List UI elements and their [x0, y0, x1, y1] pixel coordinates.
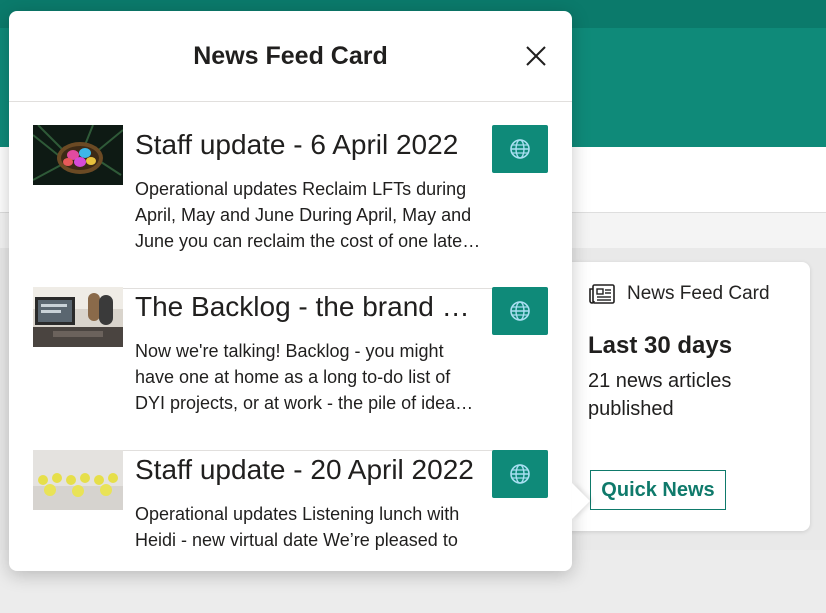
card-header: News Feed Card: [588, 283, 770, 305]
news-feed-popup: News Feed Card Staff update - 6 April 20…: [9, 11, 590, 571]
popup-header: News Feed Card: [9, 11, 572, 102]
news-item-title[interactable]: The Backlog - the brand new podcast: [135, 289, 481, 325]
popup-title: News Feed Card: [193, 42, 388, 70]
news-item-description: Operational updates Reclaim LFTs during …: [135, 179, 472, 251]
news-item-title[interactable]: Staff update - 20 April 2022: [135, 452, 481, 488]
globe-icon: [510, 464, 530, 484]
card-title: News Feed Card: [627, 283, 770, 304]
news-item[interactable]: The Backlog - the brand new podcast Now …: [33, 287, 548, 451]
easter-eggs-basket-image: [33, 125, 123, 185]
open-in-browser-button[interactable]: [492, 287, 548, 335]
news-item[interactable]: Staff update - 20 April 2022 Operational…: [33, 450, 548, 613]
open-in-browser-button[interactable]: [492, 125, 548, 173]
date-range-label: Last 30 days: [588, 332, 733, 359]
globe-icon: [510, 301, 530, 321]
open-in-browser-button[interactable]: [492, 450, 548, 498]
popup-pointer: [572, 483, 590, 519]
podcast-studio-image: [33, 287, 123, 347]
yellow-chicks-image: [33, 450, 123, 510]
news-item-description: Now we're talking! Backlog - you might h…: [135, 341, 465, 413]
article-count-text: 21 news articles published: [588, 370, 732, 420]
close-icon[interactable]: [522, 42, 550, 70]
globe-icon: [510, 139, 530, 159]
news-item-description: Operational updates Listening lunch with…: [135, 504, 460, 550]
news-icon: [589, 284, 615, 304]
quick-news-button[interactable]: Quick News: [590, 470, 726, 510]
news-item[interactable]: Staff update - 6 April 2022 Operational …: [33, 125, 548, 289]
news-item-title[interactable]: Staff update - 6 April 2022: [135, 127, 481, 163]
